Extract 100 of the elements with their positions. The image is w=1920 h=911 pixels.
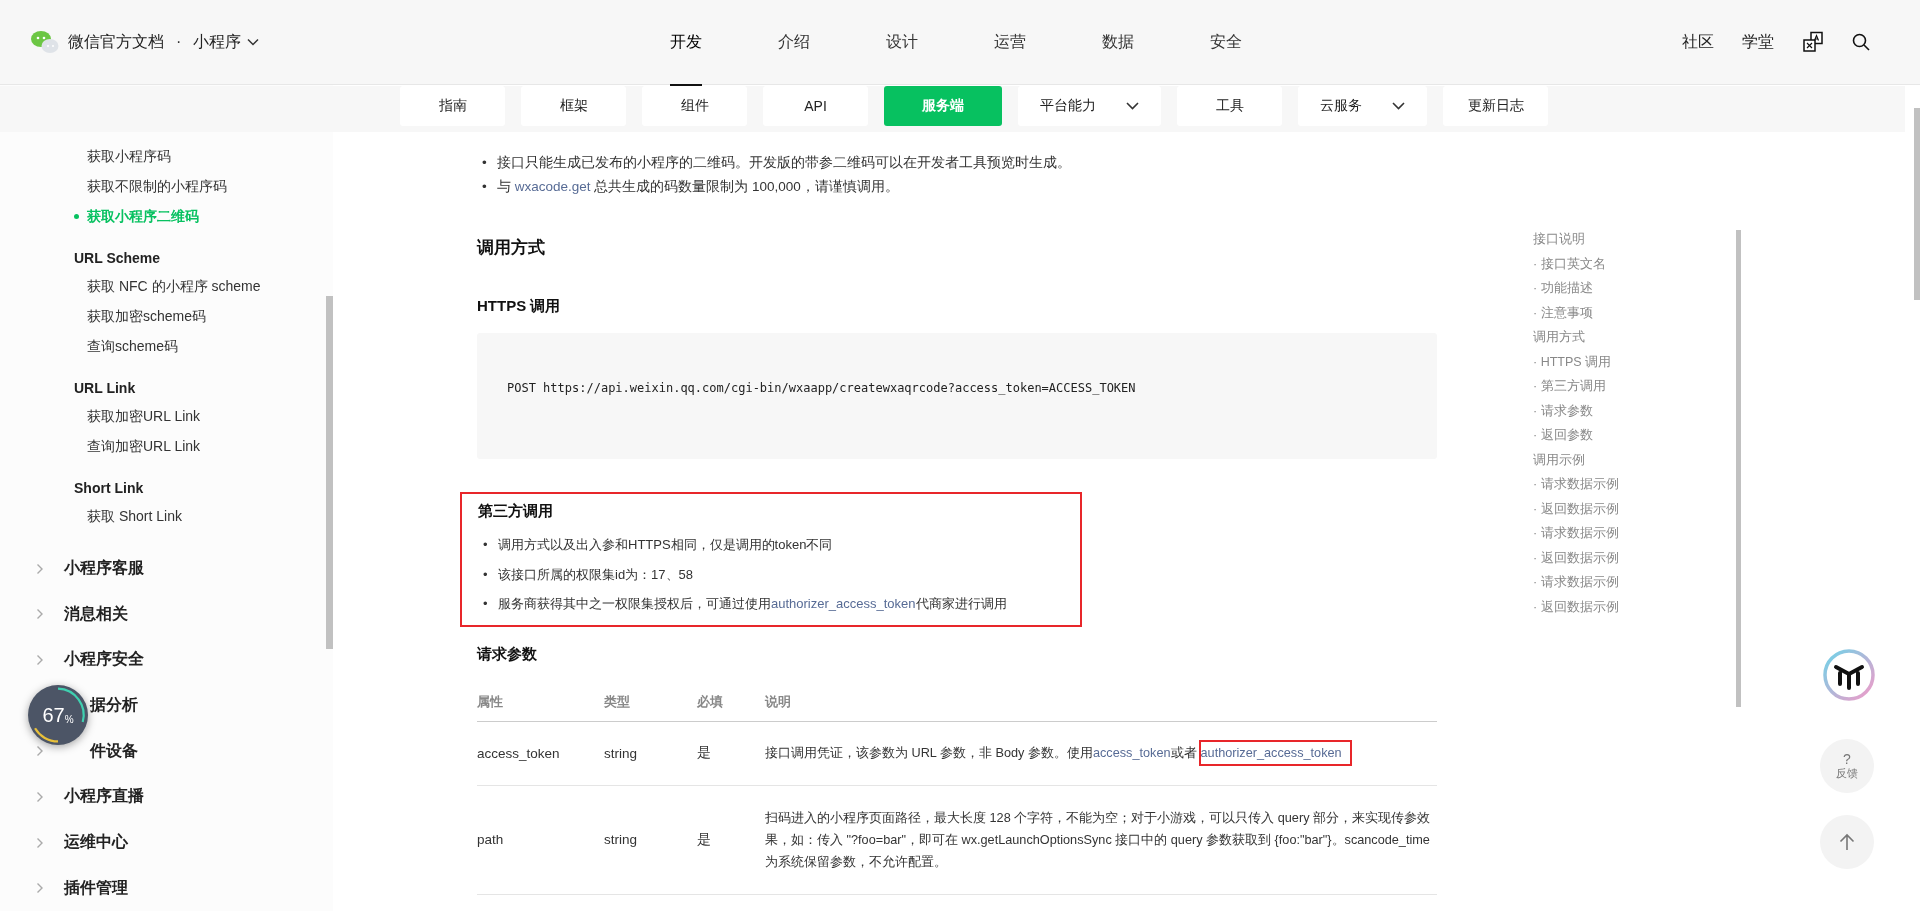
- sidebar-group-title: URL Link: [73, 378, 136, 398]
- sidebar-item[interactable]: 获取 NFC 的小程序 scheme: [0, 271, 261, 302]
- toc-item[interactable]: · 返回数据示例: [1533, 545, 1833, 570]
- toc-item[interactable]: · 请求数据示例: [1533, 521, 1833, 546]
- subsection-heading: HTTPS 调用: [477, 296, 562, 316]
- separator-dot: ·: [176, 33, 182, 51]
- toc-item[interactable]: · 注意事项: [1533, 300, 1833, 325]
- sidebar-item[interactable]: 获取加密scheme码: [0, 301, 207, 332]
- sub-nav-tab[interactable]: API: [763, 86, 868, 126]
- sidebar-section[interactable]: 件设备: [90, 740, 138, 762]
- toc-item[interactable]: 调用方式: [1533, 325, 1833, 350]
- sidebar-section[interactable]: 小程序安全: [64, 649, 144, 671]
- chevron-right-icon[interactable]: [36, 745, 44, 758]
- nav-tab[interactable]: 数据: [1064, 0, 1172, 85]
- bullet-marker: •: [482, 178, 488, 196]
- chevron-right-icon[interactable]: [36, 836, 44, 849]
- sidebar-item[interactable]: 查询加密URL Link: [0, 431, 201, 462]
- bullet-text: 服务商获得其中之一权限集授权后，可通过使用authorizer_access_token代商家进行调用: [498, 595, 1007, 613]
- sidebar-group-title: Short Link: [73, 478, 144, 498]
- search-icon[interactable]: [1852, 33, 1870, 51]
- toc-item[interactable]: · 请求数据示例: [1533, 472, 1833, 497]
- bullet-text: 调用方式以及出入参和HTTPS相同，仅是调用的token不同: [498, 536, 833, 554]
- table-cell: path: [477, 785, 604, 894]
- sidebar-group-title: URL Scheme: [73, 248, 161, 268]
- link[interactable]: access_token: [1092, 746, 1171, 760]
- table-cell: 是: [697, 721, 765, 785]
- toc-item[interactable]: · 返回数据示例: [1533, 594, 1833, 619]
- nav-tab[interactable]: 开发: [632, 0, 740, 85]
- percent-unit: %: [64, 713, 74, 725]
- toc-item[interactable]: · 功能描述: [1533, 276, 1833, 301]
- sidebar-section[interactable]: 小程序直播: [64, 786, 144, 808]
- bullet-marker: •: [483, 536, 489, 554]
- table-cell: string: [604, 785, 697, 894]
- nav-tab[interactable]: 介绍: [740, 0, 848, 85]
- scrollbar[interactable]: [1736, 230, 1741, 707]
- scrollbar[interactable]: [326, 296, 333, 649]
- table-cell: access_token: [477, 721, 604, 785]
- sidebar-item[interactable]: 获取加密URL Link: [0, 401, 201, 432]
- table-cell: 是: [697, 785, 765, 894]
- chevron-down-icon: [247, 38, 260, 46]
- sub-nav-tab[interactable]: 工具: [1177, 86, 1282, 126]
- product-dropdown[interactable]: 小程序: [193, 31, 260, 53]
- note-text: 与 wxacode.get 总共生成的码数量限制为 100,000，请谨慎调用。: [497, 178, 899, 196]
- toc-item[interactable]: 调用示例: [1533, 447, 1833, 472]
- toc-item[interactable]: · 请求参数: [1533, 398, 1833, 423]
- chevron-right-icon[interactable]: [36, 882, 44, 895]
- sidebar-item[interactable]: 获取小程序码: [0, 142, 171, 172]
- chevron-right-icon[interactable]: [36, 562, 44, 575]
- sidebar-section[interactable]: 小程序客服: [64, 558, 144, 580]
- nav-link[interactable]: 社区: [1682, 31, 1714, 53]
- feedback-button[interactable]: ? 反馈: [1820, 739, 1874, 793]
- scrollbar[interactable]: [1914, 108, 1920, 300]
- toc-item[interactable]: · 返回参数: [1533, 423, 1833, 448]
- column-header: 说明: [765, 682, 1437, 721]
- column-header: 必填: [697, 682, 765, 721]
- sidebar-section[interactable]: 运维中心: [64, 832, 128, 854]
- toc-item[interactable]: · 第三方调用: [1533, 374, 1833, 399]
- toc-item[interactable]: · 请求数据示例: [1533, 570, 1833, 595]
- sub-nav-tab[interactable]: 平台能力: [1018, 86, 1161, 126]
- table-cell: string: [604, 721, 697, 785]
- site-title[interactable]: 微信官方文档: [68, 31, 164, 53]
- bullet-text: 该接口所属的权限集id为：17、58: [498, 565, 694, 584]
- sidebar-item[interactable]: 获取不限制的小程序码: [0, 172, 227, 202]
- link[interactable]: authorizer_access_token: [771, 596, 916, 611]
- sidebar-item[interactable]: 查询scheme码: [0, 331, 179, 362]
- chevron-right-icon[interactable]: [36, 608, 44, 621]
- nav-link[interactable]: 学堂: [1742, 31, 1774, 53]
- chat-bubbles-icon[interactable]: [30, 30, 60, 54]
- table-cell: 接口调用凭证，该参数为 URL 参数，非 Body 参数。使用access_token或者 authorizer_access_token: [765, 721, 1437, 785]
- link[interactable]: wxacode.get: [514, 179, 591, 194]
- sub-nav-tab[interactable]: 框架: [521, 86, 626, 126]
- table-cell: 扫码进入的小程序页面路径，最大长度 128 个字符，不能为空；对于小游戏，可以只传入 query 部分，来实现传参效果，如：传入 "?foo=bar"，即可在 wx.getLaunchOptionsSync 接口中的 query 参数获取到 {foo:"bar"}。scancode_time为系统保留参数，不允许配置。: [765, 785, 1437, 894]
- toc-item[interactable]: 接口说明: [1533, 227, 1833, 252]
- sidebar-section[interactable]: 据分析: [90, 695, 138, 717]
- sub-nav-tab[interactable]: 指南: [400, 86, 505, 126]
- toc-item[interactable]: · 返回数据示例: [1533, 496, 1833, 521]
- subsection-heading: 请求参数: [477, 643, 538, 664]
- code-block: POST https://api.weixin.qq.com/cgi-bin/wxaapp/createwxaqrcode?access_token=ACCESS_TOKEN: [477, 333, 1437, 459]
- bullet-marker: •: [483, 595, 489, 613]
- translate-icon[interactable]: [1802, 31, 1824, 53]
- sub-nav-tab[interactable]: 更新日志: [1443, 86, 1548, 126]
- chevron-right-icon[interactable]: [36, 653, 44, 666]
- nav-tab[interactable]: 运营: [956, 0, 1064, 85]
- link[interactable]: authorizer_access_token: [1198, 740, 1352, 766]
- column-header: 类型: [604, 682, 697, 721]
- sub-nav-tab[interactable]: 组件: [642, 86, 747, 126]
- toc-item[interactable]: · 接口英文名: [1533, 251, 1833, 276]
- sidebar-section[interactable]: 插件管理: [64, 877, 128, 899]
- nav-tab[interactable]: 安全: [1172, 0, 1280, 85]
- chevron-right-icon[interactable]: [36, 790, 44, 803]
- nav-tab[interactable]: 设计: [848, 0, 956, 85]
- note-text: 接口只能生成已发布的小程序的二维码。开发版的带参二维码可以在开发者工具预览时生成。: [497, 154, 1071, 172]
- sidebar-section[interactable]: 消息相关: [64, 603, 128, 625]
- sidebar-item[interactable]: 获取 Short Link: [0, 501, 182, 532]
- sub-nav-tab[interactable]: 云服务: [1298, 86, 1427, 126]
- assistant-logo-icon[interactable]: [1823, 649, 1875, 701]
- percent-value: 67: [42, 703, 65, 727]
- toc-item[interactable]: · HTTPS 调用: [1533, 349, 1833, 374]
- arrow-up-icon: [1839, 833, 1855, 851]
- section-heading: 调用方式: [477, 237, 546, 258]
